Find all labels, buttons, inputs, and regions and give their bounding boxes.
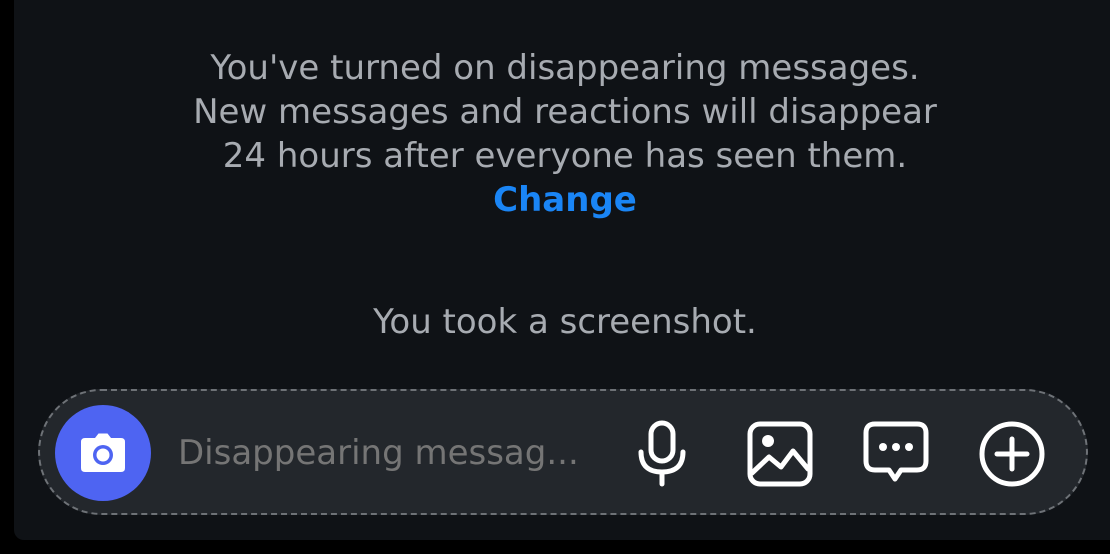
notice-line-2: New messages and reactions will disappea… xyxy=(193,92,937,132)
camera-button[interactable] xyxy=(55,405,151,501)
camera-icon xyxy=(81,433,125,472)
notice-line-3: 24 hours after everyone has seen them. xyxy=(222,136,908,176)
notice-line-1: You've turned on disappearing messages. xyxy=(210,48,920,88)
plus-circle-icon xyxy=(979,421,1045,487)
microphone-icon xyxy=(638,420,686,487)
screenshot-system-message: You took a screenshot. xyxy=(373,302,757,342)
quick-reply-button[interactable] xyxy=(861,419,931,489)
image-icon xyxy=(747,421,813,487)
more-options-button[interactable] xyxy=(977,419,1047,489)
chat-screen: You've turned on disappearing messages. … xyxy=(14,0,1110,540)
microphone-button[interactable] xyxy=(627,419,697,489)
disappearing-messages-notice: You've turned on disappearing messages. … xyxy=(14,46,1110,222)
change-link[interactable]: Change xyxy=(493,178,637,222)
chat-bubble-dots-icon xyxy=(863,421,929,482)
message-input[interactable] xyxy=(178,429,598,477)
gallery-button[interactable] xyxy=(745,419,815,489)
message-composer xyxy=(38,389,1088,515)
